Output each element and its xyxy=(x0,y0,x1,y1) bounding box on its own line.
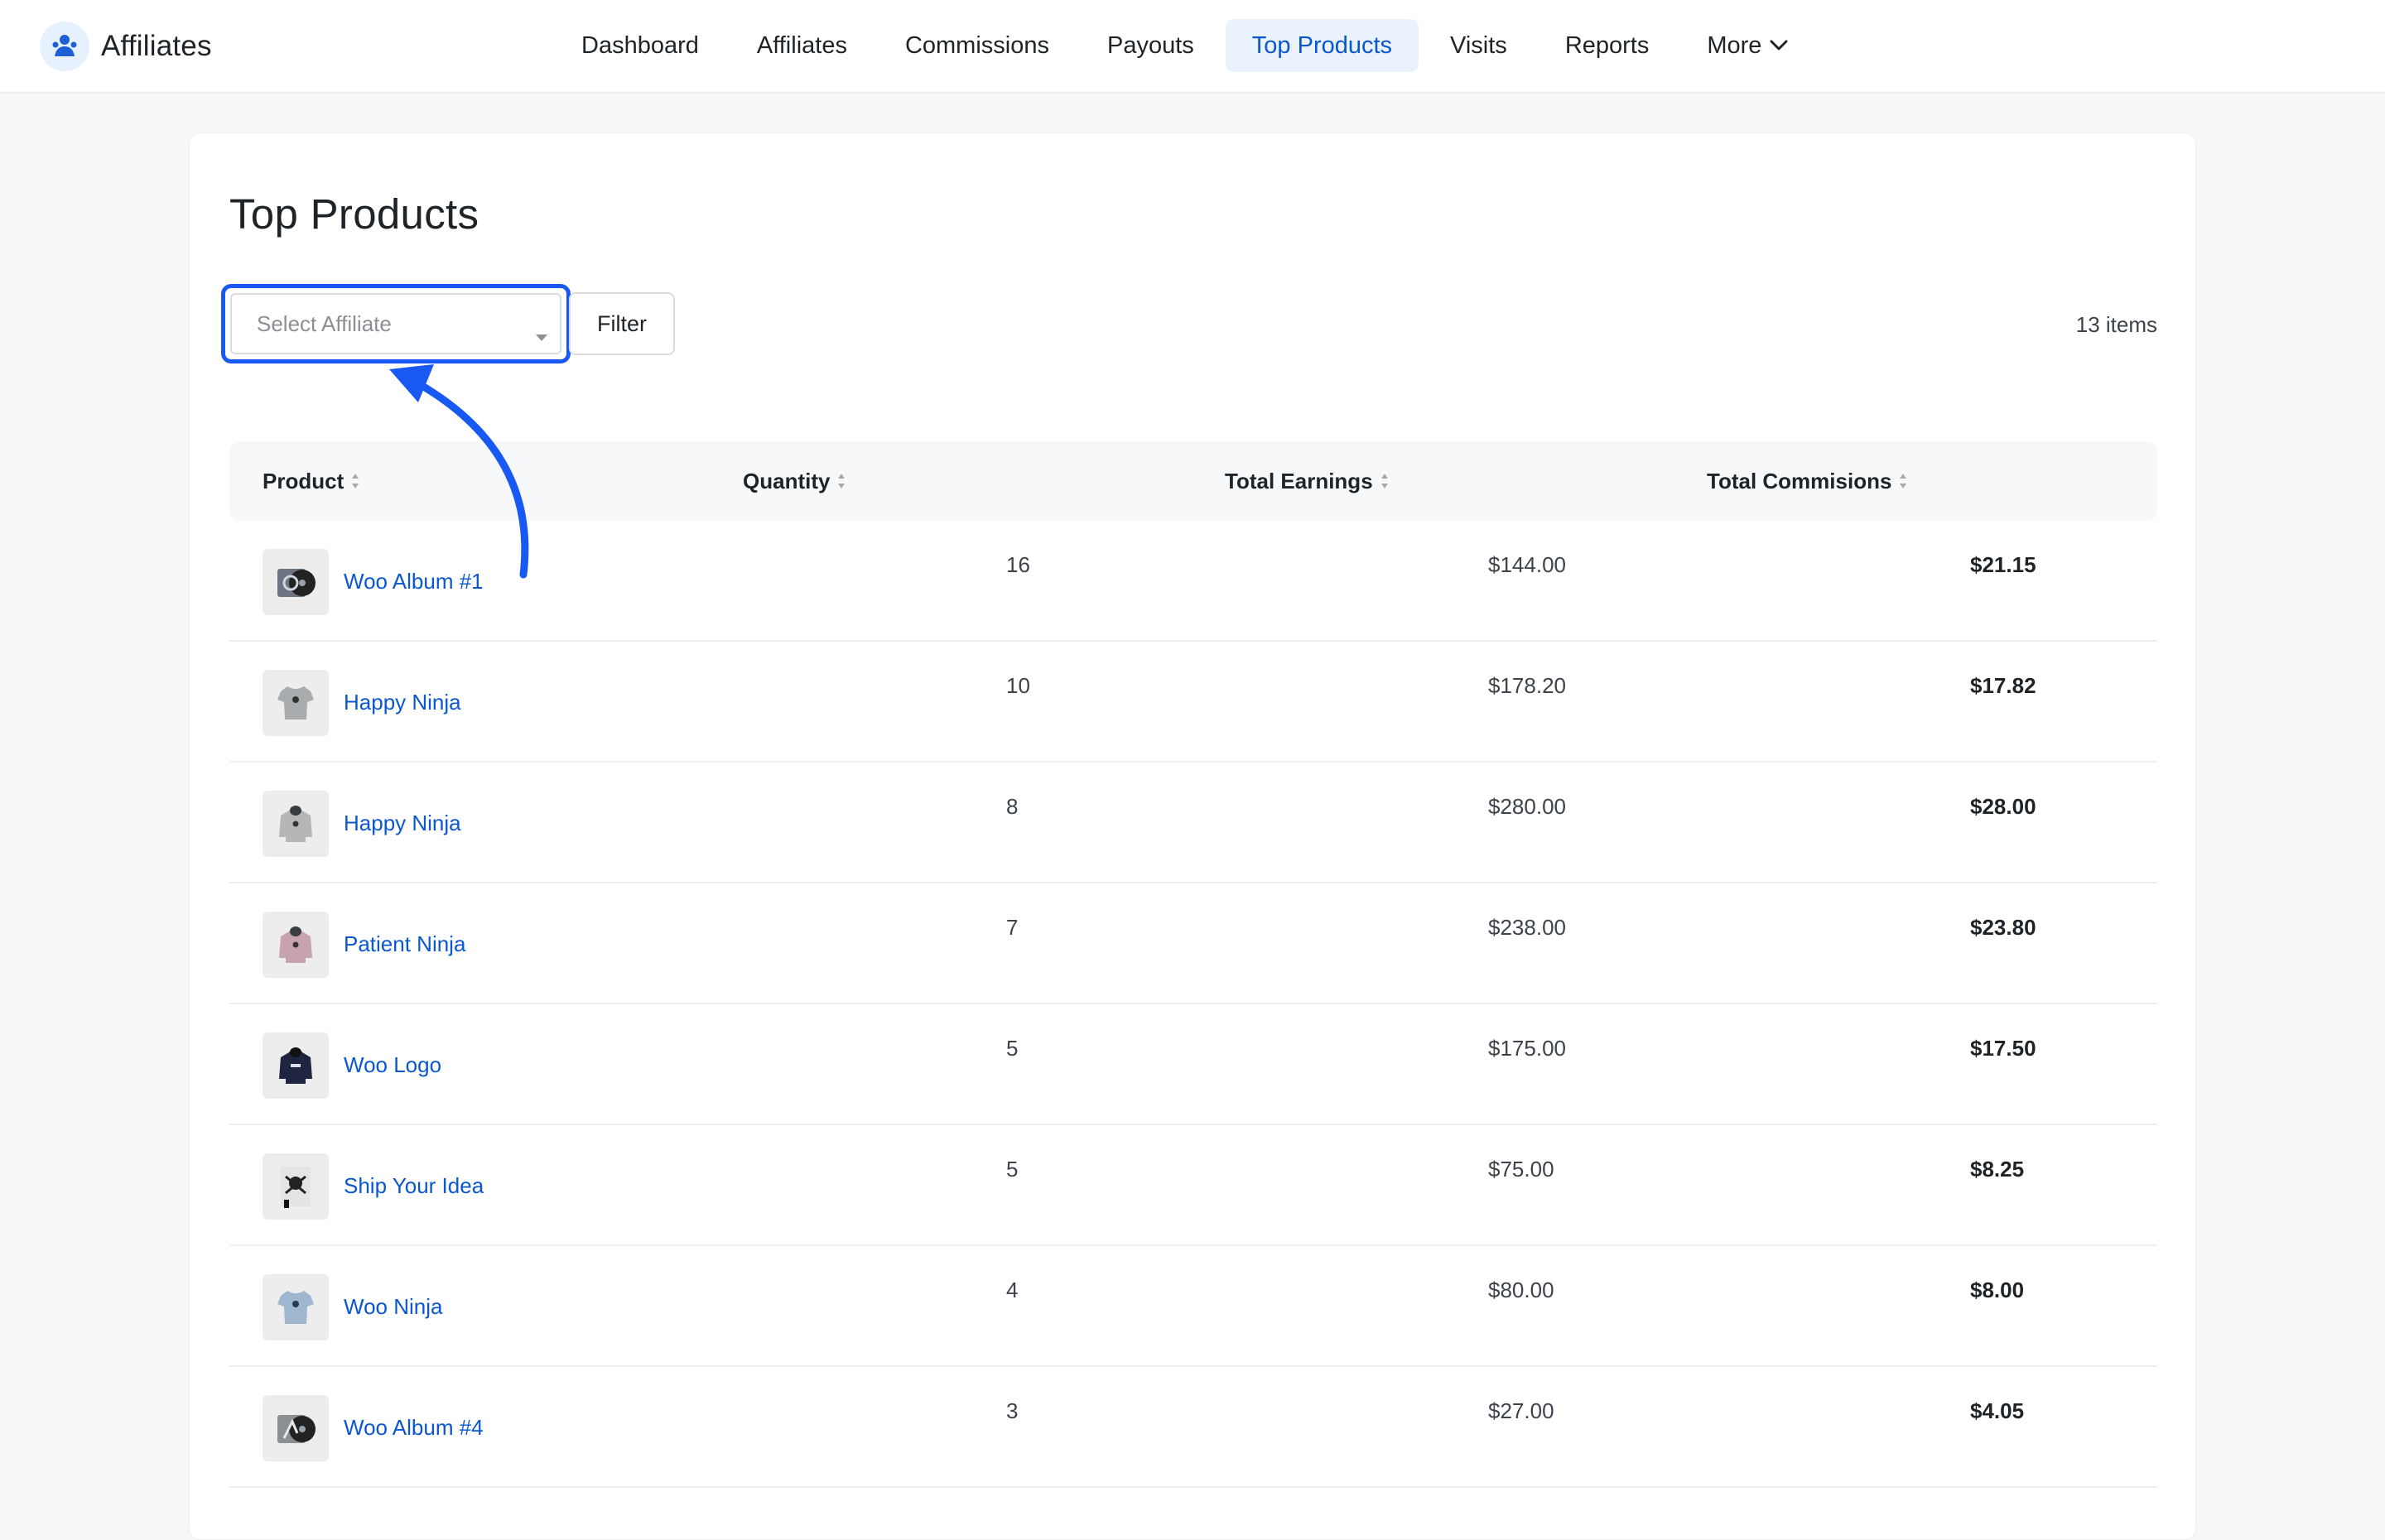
column-header-quantity[interactable]: Quantity xyxy=(743,441,846,521)
product-link[interactable]: Patient Ninja xyxy=(344,931,465,957)
commission-cell: $8.00 xyxy=(1970,1278,2025,1302)
product-link[interactable]: Woo Ninja xyxy=(344,1294,442,1320)
table-row: Woo Album #4 3 $27.00 $4.05 xyxy=(229,1367,2157,1488)
quantity-cell: 3 xyxy=(1006,1398,1019,1423)
tshirt-icon xyxy=(263,1274,329,1340)
earnings-cell: $80.00 xyxy=(1488,1278,1554,1302)
sort-icon xyxy=(350,471,360,491)
album-icon xyxy=(263,1395,329,1461)
caret-down-icon xyxy=(535,322,548,348)
table-header: Product Quantity Total Earnings Total Co… xyxy=(229,441,2157,521)
hoodie-icon xyxy=(263,912,329,978)
quantity-cell: 5 xyxy=(1006,1157,1019,1181)
quantity-cell: 10 xyxy=(1006,673,1030,698)
affiliate-select-placeholder: Select Affiliate xyxy=(257,310,392,336)
commission-cell: $17.82 xyxy=(1970,673,2036,698)
earnings-cell: $27.00 xyxy=(1488,1398,1554,1423)
earnings-cell: $238.00 xyxy=(1488,915,1566,940)
column-header-total-earnings[interactable]: Total Earnings xyxy=(1225,441,1390,521)
product-link[interactable]: Happy Ninja xyxy=(344,811,461,836)
nav-more[interactable]: More xyxy=(1680,19,1814,72)
table-row: Happy Ninja 10 $178.20 $17.82 xyxy=(229,642,2157,763)
sort-icon xyxy=(836,471,846,491)
table-row: Happy Ninja 8 $280.00 $28.00 xyxy=(229,763,2157,883)
column-header-total-commissions[interactable]: Total Commisions xyxy=(1707,441,1908,521)
top-bar: Affiliates Dashboard Affiliates Commissi… xyxy=(0,0,2385,94)
column-label: Product xyxy=(263,468,344,493)
app-name: Affiliates xyxy=(101,30,212,62)
commission-cell: $23.80 xyxy=(1970,915,2036,940)
quantity-cell: 8 xyxy=(1006,794,1019,819)
items-count: 13 items xyxy=(2075,312,2157,337)
filter-button[interactable]: Filter xyxy=(569,292,675,355)
hoodie-icon xyxy=(263,1032,329,1099)
earnings-cell: $144.00 xyxy=(1488,552,1566,577)
quantity-cell: 4 xyxy=(1006,1278,1019,1302)
column-header-product[interactable]: Product xyxy=(263,441,360,521)
earnings-cell: $178.20 xyxy=(1488,673,1566,698)
nav-payouts[interactable]: Payouts xyxy=(1081,19,1221,72)
commission-cell: $21.15 xyxy=(1970,552,2036,577)
table-row: Woo Logo 5 $175.00 $17.50 xyxy=(229,1004,2157,1125)
quantity-cell: 7 xyxy=(1006,915,1019,940)
earnings-cell: $75.00 xyxy=(1488,1157,1554,1181)
page-title: Top Products xyxy=(229,190,479,238)
product-link[interactable]: Woo Album #4 xyxy=(344,1415,484,1441)
nav-commissions[interactable]: Commissions xyxy=(879,19,1076,72)
commission-cell: $28.00 xyxy=(1970,794,2036,819)
chevron-down-icon xyxy=(1770,40,1788,51)
brand[interactable]: Affiliates xyxy=(40,20,212,73)
product-link[interactable]: Ship Your Idea xyxy=(344,1173,484,1199)
poster-icon xyxy=(263,1153,329,1220)
quantity-cell: 16 xyxy=(1006,552,1030,577)
table-row: Patient Ninja 7 $238.00 $23.80 xyxy=(229,883,2157,1004)
table-row: Ship Your Idea 5 $75.00 $8.25 xyxy=(229,1125,2157,1246)
sort-icon xyxy=(1380,471,1390,491)
sort-icon xyxy=(1898,471,1908,491)
main-nav: Dashboard Affiliates Commissions Payouts… xyxy=(555,18,1819,73)
nav-affiliates[interactable]: Affiliates xyxy=(730,19,874,72)
earnings-cell: $280.00 xyxy=(1488,794,1566,819)
column-label: Quantity xyxy=(743,468,831,493)
commission-cell: $4.05 xyxy=(1970,1398,2025,1423)
quantity-cell: 5 xyxy=(1006,1036,1019,1061)
product-link[interactable]: Woo Logo xyxy=(344,1052,441,1078)
column-label: Total Commisions xyxy=(1707,468,1892,493)
top-products-table: Product Quantity Total Earnings Total Co… xyxy=(229,441,2157,1488)
table-row: Woo Album #1 16 $144.00 $21.15 xyxy=(229,521,2157,642)
earnings-cell: $175.00 xyxy=(1488,1036,1566,1061)
album-icon xyxy=(263,549,329,615)
column-label: Total Earnings xyxy=(1225,468,1373,493)
product-link[interactable]: Happy Ninja xyxy=(344,690,461,715)
commission-cell: $17.50 xyxy=(1970,1036,2036,1061)
nav-reports[interactable]: Reports xyxy=(1539,19,1676,72)
tshirt-icon xyxy=(263,670,329,736)
commission-cell: $8.25 xyxy=(1970,1157,2025,1181)
nav-top-products[interactable]: Top Products xyxy=(1225,19,1419,72)
highlight-box: Select Affiliate xyxy=(221,284,571,363)
hoodie-icon xyxy=(263,791,329,857)
nav-visits[interactable]: Visits xyxy=(1424,19,1534,72)
affiliates-logo-icon xyxy=(40,22,89,71)
nav-dashboard[interactable]: Dashboard xyxy=(555,19,725,72)
product-link[interactable]: Woo Album #1 xyxy=(344,569,484,594)
content-card: Top Products Select Affiliate Filter 13 … xyxy=(189,132,2196,1540)
table-row: Woo Ninja 4 $80.00 $8.00 xyxy=(229,1246,2157,1367)
nav-more-label: More xyxy=(1707,31,1762,59)
affiliate-select[interactable]: Select Affiliate xyxy=(230,293,561,354)
